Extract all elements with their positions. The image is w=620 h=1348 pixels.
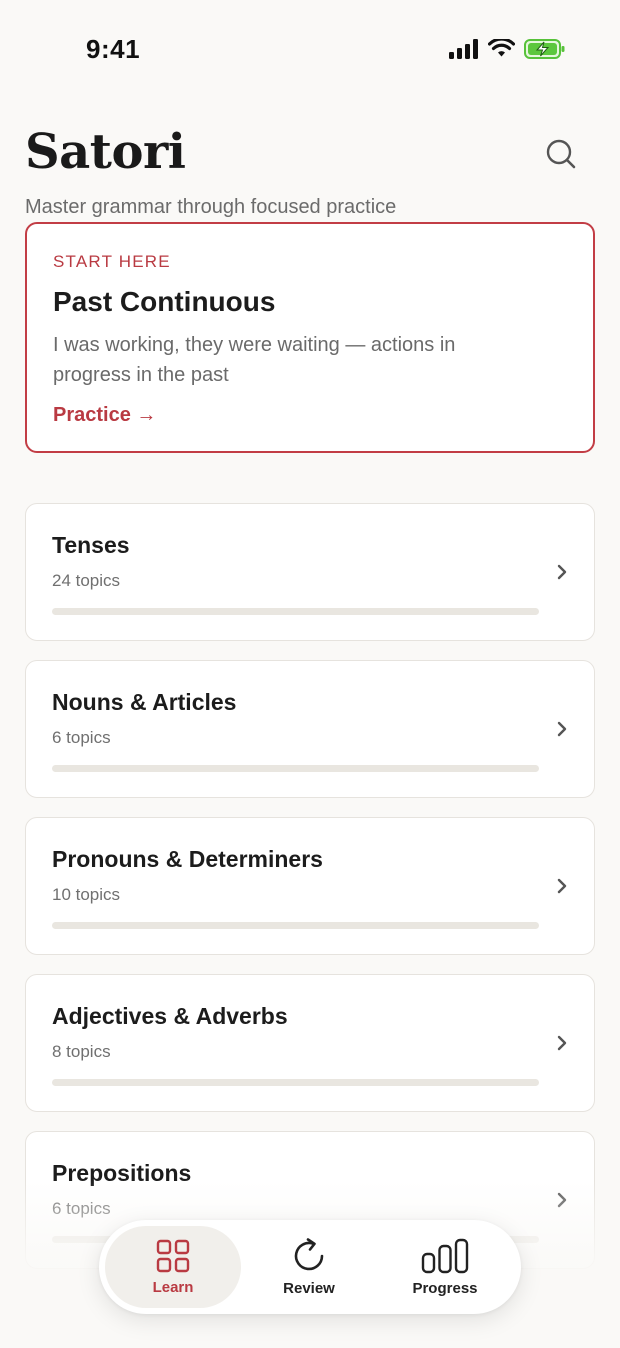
category-card-nouns-articles[interactable]: Nouns & Articles 6 topics xyxy=(25,660,595,798)
status-icons xyxy=(449,38,566,60)
category-title: Prepositions xyxy=(52,1160,192,1186)
category-list: Tenses 24 topics Nouns & Articles 6 topi… xyxy=(25,503,595,1288)
battery-charging-icon xyxy=(524,39,565,59)
category-card-tenses[interactable]: Tenses 24 topics xyxy=(25,503,595,641)
category-card-pronouns-determiners[interactable]: Pronouns & Determiners 10 topics xyxy=(25,817,595,955)
status-bar: 9:41 xyxy=(0,0,620,100)
wifi-icon xyxy=(488,39,515,57)
category-progress-bar xyxy=(52,922,539,929)
tab-review[interactable]: Review xyxy=(241,1226,377,1308)
tab-progress[interactable]: Progress xyxy=(377,1226,513,1308)
featured-description: I was working, they were waiting — actio… xyxy=(53,334,456,386)
bar-chart-icon xyxy=(421,1238,469,1273)
tab-label: Review xyxy=(283,1279,335,1297)
header: Satori xyxy=(25,124,595,180)
featured-title: Past Continuous xyxy=(53,286,276,317)
category-topic-count: 8 topics xyxy=(52,1042,111,1061)
category-progress-bar xyxy=(52,1079,539,1086)
category-topic-count: 24 topics xyxy=(52,571,121,590)
tab-label: Learn xyxy=(152,1278,194,1296)
signal-icon xyxy=(449,39,478,59)
status-time: 9:41 xyxy=(86,34,141,64)
search-button[interactable] xyxy=(543,136,579,172)
practice-button[interactable]: Practice → xyxy=(53,404,156,427)
featured-lesson-card[interactable]: START HERE Past Continuous I was working… xyxy=(25,222,595,453)
category-progress-bar xyxy=(52,608,539,615)
chevron-right-icon xyxy=(557,878,567,894)
category-title: Pronouns & Determiners xyxy=(52,846,323,872)
category-title: Nouns & Articles xyxy=(52,689,237,715)
refresh-icon xyxy=(294,1237,324,1270)
app-subtitle: Master grammar through focused practice xyxy=(25,196,397,218)
tab-learn[interactable]: Learn xyxy=(105,1226,241,1308)
category-title: Adjectives & Adverbs xyxy=(52,1003,288,1029)
category-card-adjectives-adverbs[interactable]: Adjectives & Adverbs 8 topics xyxy=(25,974,595,1112)
category-topic-count: 6 topics xyxy=(52,728,111,747)
category-progress-bar xyxy=(52,765,539,772)
category-title: Tenses xyxy=(52,532,130,558)
app-title: Satori xyxy=(25,124,186,180)
chevron-right-icon xyxy=(557,1192,567,1208)
tab-label: Progress xyxy=(412,1279,478,1297)
category-topic-count: 6 topics xyxy=(52,1199,111,1218)
featured-eyebrow: START HERE xyxy=(53,252,171,271)
search-icon xyxy=(546,139,576,169)
category-topic-count: 10 topics xyxy=(52,885,121,904)
bottom-tab-bar: Learn Review Progress xyxy=(99,1220,521,1314)
chevron-right-icon xyxy=(557,564,567,580)
chevron-right-icon xyxy=(557,721,567,737)
chevron-right-icon xyxy=(557,1035,567,1051)
grid-icon xyxy=(156,1239,190,1272)
